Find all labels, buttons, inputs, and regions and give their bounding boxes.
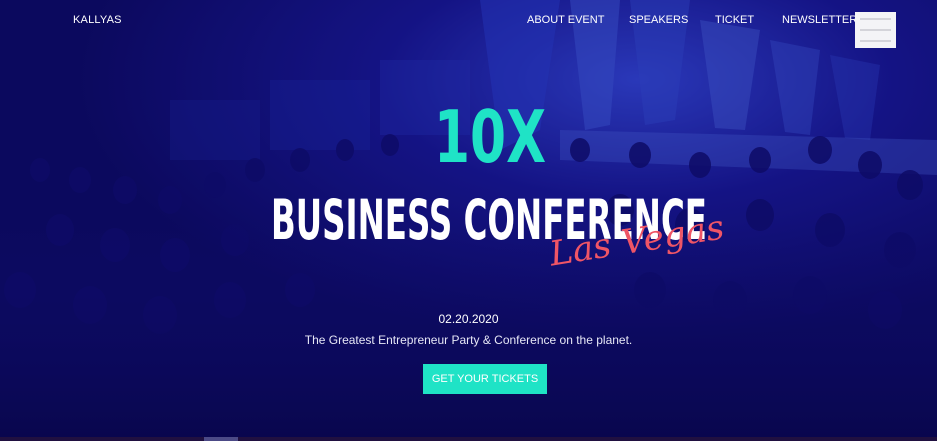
get-tickets-button[interactable]: GET YOUR TICKETS [423,364,547,394]
hero-section: KALLYAS ABOUT EVENT SPEAKERS TICKET NEWS… [0,0,937,441]
bottom-strip [0,437,937,441]
event-tagline: The Greatest Entrepreneur Party & Confer… [304,333,633,347]
event-date: 02.20.2020 [438,312,499,326]
headline-top: 10X [434,95,546,179]
scrollbar-thumb[interactable] [204,437,238,441]
